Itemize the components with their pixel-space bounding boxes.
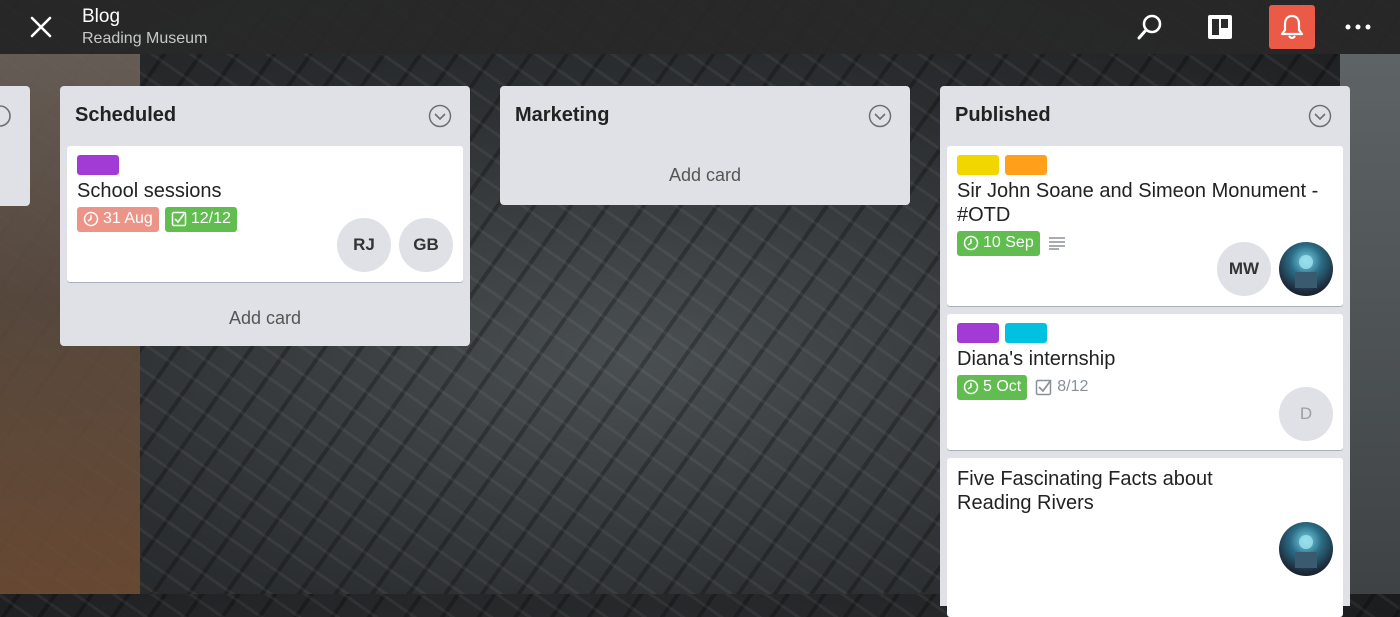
description-badge [1046,231,1068,256]
checkbox-icon [1035,379,1052,396]
list-header: Published [940,86,1350,146]
list-marketing: Marketing Add card [500,86,910,205]
notifications-button[interactable] [1269,5,1315,49]
profile-photo-icon [1295,255,1317,288]
card-title: Five Fascinating Facts about Reading Riv… [957,468,1213,514]
label-blue [1005,323,1047,343]
due-date-badge: 10 Sep [957,230,1040,256]
board-title: Blog [82,6,121,27]
close-icon [30,16,52,38]
chevron-down-icon [428,104,452,128]
list-title: Marketing [515,104,610,126]
avatar-d[interactable]: D [1279,387,1333,441]
due-date-text: 31 Aug [103,210,153,227]
bell-icon [1280,14,1304,40]
list-scheduled: Scheduled School sessions 31 Aug 12/12 R… [60,86,470,346]
checklist-text: 8/12 [1057,378,1089,395]
label-yellow [957,155,999,175]
add-card-button[interactable]: Add card [500,145,910,205]
board-header: Blog Reading Museum [0,0,1400,54]
card-labels [957,323,1333,343]
card-sir-john-soane[interactable]: Sir John Soane and Simeon Monument - #OT… [947,146,1343,306]
list-header: Scheduled [60,86,470,146]
avatar-gb[interactable]: GB [399,218,453,272]
close-button[interactable] [26,12,56,42]
label-purple [77,155,119,175]
avatar-mw[interactable]: MW [1217,242,1271,296]
board-icon [1208,15,1232,39]
due-date-text: 5 Oct [983,378,1022,395]
board-view-button[interactable] [1197,5,1243,49]
card-members: D [1279,387,1333,441]
label-orange [1005,155,1047,175]
clock-icon [963,379,979,395]
card-members [1279,522,1333,576]
avatar-photo[interactable] [1279,242,1333,296]
chevron-down-icon [868,104,892,128]
list-menu-button[interactable] [428,104,452,128]
label-purple [957,323,999,343]
card-members: RJ GB [337,218,453,272]
list-menu-button[interactable] [1308,104,1332,128]
checklist-badge: 8/12 [1033,375,1090,400]
due-date-text: 10 Sep [983,234,1034,251]
list-header: Marketing [500,86,910,146]
card-dianas-internship[interactable]: Diana's internship 5 Oct 8/12 D [947,314,1343,450]
previous-list-partial[interactable] [0,86,30,206]
checklist-badge: 12/12 [164,206,237,232]
list-published: Published Sir John Soane and Simeon Monu… [940,86,1350,617]
add-card-button[interactable]: Add card [60,290,470,346]
card-title: Sir John Soane and Simeon Monument - #OT… [957,180,1319,226]
card-school-sessions[interactable]: School sessions 31 Aug 12/12 RJ GB [67,146,463,282]
list-menu-button[interactable] [868,104,892,128]
description-icon [1048,237,1065,250]
clock-icon [963,235,979,251]
search-button[interactable] [1127,5,1173,49]
card-five-fascinating-facts[interactable]: Five Fascinating Facts about Reading Riv… [947,458,1343,617]
due-date-badge: 5 Oct [957,374,1028,400]
checklist-text: 12/12 [190,210,231,227]
card-badges: 5 Oct 8/12 [957,374,1333,400]
list-menu-icon [0,105,11,127]
chevron-down-icon [1308,104,1332,128]
profile-photo-icon [1295,535,1317,568]
search-icon [1137,14,1162,40]
more-icon [1345,24,1371,30]
avatar-photo[interactable] [1279,522,1333,576]
list-title: Published [955,104,1051,126]
checkbox-icon [171,211,187,227]
avatar-rj[interactable]: RJ [337,218,391,272]
board-team-name: Reading Museum [82,30,208,47]
clock-icon [83,211,99,227]
due-date-badge: 31 Aug [77,206,159,232]
card-title: School sessions [77,180,222,202]
card-title: Diana's internship [957,348,1116,370]
more-menu-button[interactable] [1335,5,1381,49]
list-title: Scheduled [75,104,177,126]
card-labels [77,155,453,175]
card-labels [957,155,1333,175]
card-members: MW [1217,242,1333,296]
